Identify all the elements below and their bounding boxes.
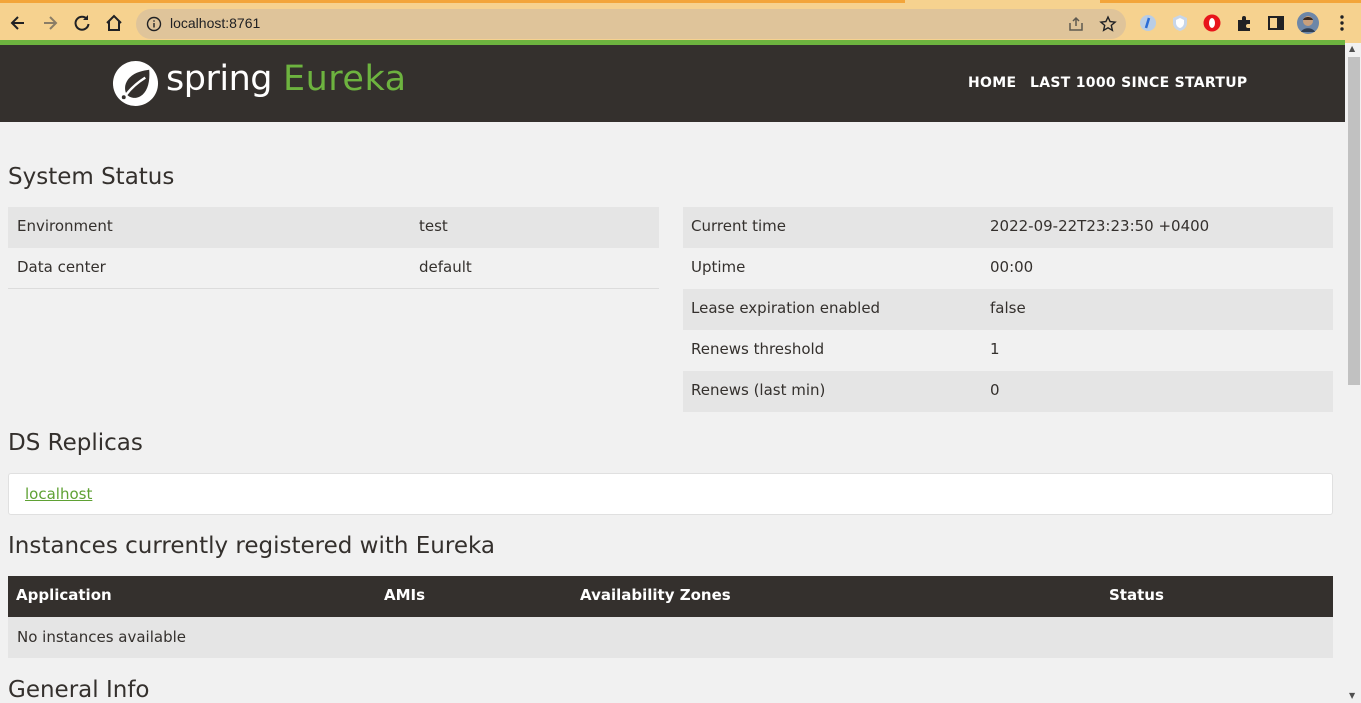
opera-extension-icon[interactable] — [1203, 14, 1221, 32]
empty-instances-message: No instances available — [17, 628, 186, 646]
menu-dots-icon[interactable] — [1333, 14, 1351, 32]
table-row: Renews (last min) 0 — [683, 371, 1333, 412]
row-value: default — [419, 258, 472, 276]
extension-1-icon[interactable] — [1139, 14, 1157, 32]
row-label: Renews threshold — [691, 340, 825, 358]
logo-spring-text[interactable]: spring — [166, 59, 272, 99]
info-icon[interactable] — [146, 16, 162, 32]
system-status-left-table: Environment test Data center default — [8, 207, 659, 289]
scroll-up-arrow-icon[interactable]: ▲ — [1349, 44, 1355, 53]
logo-eureka-text[interactable]: Eureka — [283, 59, 407, 99]
column-header-availability-zones: Availability Zones — [580, 586, 731, 604]
nav-home-link[interactable]: HOME — [968, 75, 1016, 91]
row-label: Renews (last min) — [691, 381, 826, 399]
url-text: localhost:8761 — [170, 15, 261, 31]
scroll-down-arrow-icon[interactable]: ▼ — [1349, 691, 1355, 700]
nav-last-1000-link[interactable]: LAST 1000 SINCE STARTUP — [1030, 75, 1247, 91]
address-bar[interactable]: localhost:8761 — [136, 9, 1126, 39]
row-label: Uptime — [691, 258, 746, 276]
puzzle-extensions-icon[interactable] — [1235, 14, 1253, 32]
instances-heading: Instances currently registered with Eure… — [8, 533, 495, 559]
table-row: Current time 2022-09-22T23:23:50 +0400 — [683, 207, 1333, 248]
column-header-application: Application — [16, 586, 112, 604]
scrollbar-thumb[interactable] — [1348, 57, 1360, 385]
ds-replicas-heading: DS Replicas — [8, 430, 143, 456]
general-info-heading: General Info — [8, 677, 150, 703]
shield-extension-icon[interactable] — [1171, 14, 1189, 32]
replica-localhost-link[interactable]: localhost — [25, 485, 92, 503]
bookmark-star-icon[interactable] — [1099, 15, 1117, 33]
column-header-amis: AMIs — [384, 586, 426, 604]
browser-toolbar: localhost:8761 — [0, 0, 1361, 43]
row-value: test — [419, 217, 448, 235]
row-label: Current time — [691, 217, 786, 235]
ds-replicas-panel: localhost — [8, 473, 1333, 515]
row-label: Data center — [17, 258, 106, 276]
table-row: Renews threshold 1 — [683, 330, 1333, 371]
profile-avatar[interactable] — [1297, 12, 1319, 34]
row-value: 2022-09-22T23:23:50 +0400 — [990, 217, 1210, 235]
table-row: No instances available — [8, 617, 1333, 658]
side-panel-icon[interactable] — [1267, 14, 1285, 32]
instances-table-header: Application AMIs Availability Zones Stat… — [8, 576, 1333, 617]
row-label: Environment — [17, 217, 113, 235]
table-row: Uptime 00:00 — [683, 248, 1333, 289]
column-header-status: Status — [1109, 586, 1164, 604]
table-row: Data center default — [8, 248, 659, 289]
table-row: Environment test — [8, 207, 659, 248]
row-value: false — [990, 299, 1026, 317]
tab-strip-hint — [905, 0, 1100, 4]
system-status-heading: System Status — [8, 164, 175, 190]
share-icon[interactable] — [1067, 15, 1085, 33]
back-button[interactable] — [7, 12, 29, 34]
home-button[interactable] — [103, 12, 125, 34]
row-value: 1 — [990, 340, 1000, 358]
spring-leaf-icon[interactable] — [112, 60, 159, 107]
reload-button[interactable] — [71, 12, 93, 34]
system-status-right-table: Current time 2022-09-22T23:23:50 +0400 U… — [683, 207, 1333, 412]
row-value: 0 — [990, 381, 1000, 399]
row-label: Lease expiration enabled — [691, 299, 881, 317]
forward-button[interactable] — [39, 12, 61, 34]
row-value: 00:00 — [990, 258, 1034, 276]
site-header: spring Eureka HOME LAST 1000 SINCE START… — [0, 45, 1345, 122]
table-row: Lease expiration enabled false — [683, 289, 1333, 330]
